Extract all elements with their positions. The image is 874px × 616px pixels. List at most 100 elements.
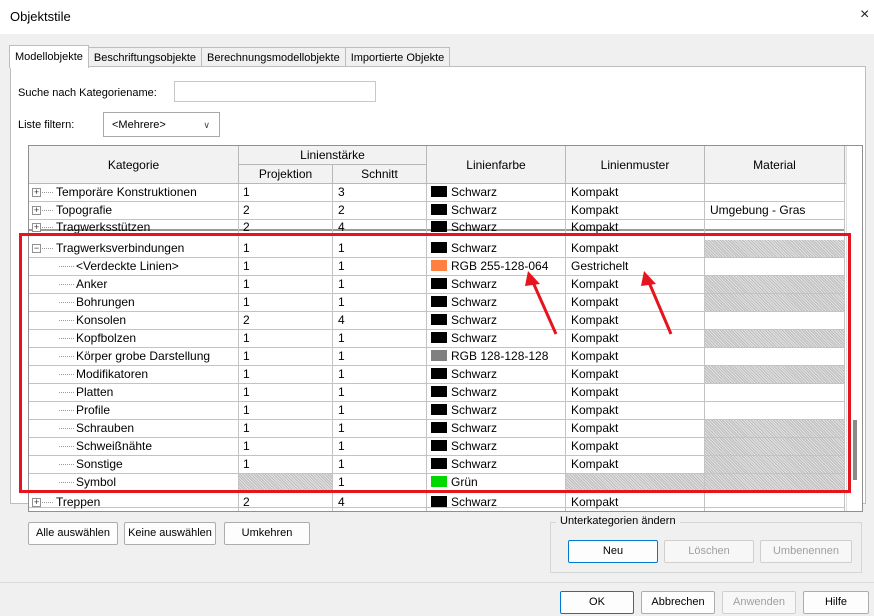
linienfarbe-cell[interactable]: Schwarz bbox=[427, 420, 565, 437]
schnitt-cell[interactable]: 2 bbox=[333, 202, 426, 219]
projektion-cell[interactable]: 1 bbox=[239, 456, 332, 473]
cancel-button[interactable]: Abbrechen bbox=[641, 591, 715, 614]
material-cell[interactable] bbox=[705, 312, 844, 329]
schnitt-cell[interactable]: 1 bbox=[333, 402, 426, 419]
schnitt-cell[interactable]: 1 bbox=[333, 330, 426, 347]
tab-berechnungsmodellobjekte[interactable]: Berechnungsmodellobjekte bbox=[201, 47, 346, 67]
select-none-button[interactable]: Keine auswählen bbox=[124, 522, 216, 545]
projektion-cell[interactable]: 1 bbox=[239, 294, 332, 311]
schnitt-cell[interactable]: 1 bbox=[333, 258, 426, 275]
category-cell[interactable]: Anker bbox=[29, 276, 238, 293]
projektion-cell[interactable]: 1 bbox=[239, 384, 332, 401]
category-cell[interactable]: Profile bbox=[29, 402, 238, 419]
linienmuster-cell[interactable]: Kompakt bbox=[566, 420, 704, 437]
linienmuster-cell[interactable]: Kompakt bbox=[566, 384, 704, 401]
table-row[interactable]: + Treppen 2 4 Schwarz Kompakt bbox=[29, 494, 845, 511]
category-cell[interactable]: − Tragwerksverbindungen bbox=[29, 240, 238, 257]
linienmuster-cell[interactable]: Kompakt bbox=[566, 202, 704, 219]
linienfarbe-cell[interactable]: RGB 128-128-128 bbox=[427, 348, 565, 365]
search-input[interactable] bbox=[174, 81, 376, 102]
category-cell[interactable]: Bohrungen bbox=[29, 294, 238, 311]
projektion-cell[interactable]: 1 bbox=[239, 258, 332, 275]
projektion-cell[interactable]: 1 bbox=[239, 184, 332, 201]
delete-subcategory-button[interactable]: Löschen bbox=[664, 540, 754, 563]
linienmuster-cell[interactable]: Kompakt bbox=[566, 366, 704, 383]
linienmuster-cell[interactable]: Kompakt bbox=[566, 348, 704, 365]
schnitt-cell[interactable]: 4 bbox=[333, 219, 426, 236]
projektion-cell[interactable]: 2 bbox=[239, 312, 332, 329]
table-row[interactable]: + Temporäre Konstruktionen 1 3 Schwarz Kompak… bbox=[29, 184, 845, 202]
category-cell[interactable]: <Verdeckte Linien> bbox=[29, 258, 238, 275]
material-cell[interactable] bbox=[705, 456, 844, 473]
table-row[interactable]: <Verdeckte Linien> 1 1 RGB 255-128-064 Gestr… bbox=[29, 258, 845, 276]
header-schnitt[interactable]: Schnitt bbox=[333, 165, 427, 184]
projektion-cell[interactable]: 1 bbox=[239, 402, 332, 419]
expand-icon[interactable]: + bbox=[32, 223, 41, 232]
material-cell[interactable] bbox=[705, 348, 844, 365]
expand-icon[interactable]: + bbox=[32, 498, 41, 507]
material-cell[interactable] bbox=[705, 474, 844, 491]
help-button[interactable]: Hilfe bbox=[803, 591, 869, 614]
linienmuster-cell[interactable]: Kompakt bbox=[566, 402, 704, 419]
table-row[interactable]: Kopfbolzen 1 1 Schwarz Kompakt bbox=[29, 330, 845, 348]
linienfarbe-cell[interactable]: Grün bbox=[427, 474, 565, 491]
table-row[interactable]: Anker 1 1 Schwarz Kompakt bbox=[29, 276, 845, 294]
schnitt-cell[interactable]: 1 bbox=[333, 474, 426, 491]
linienfarbe-cell[interactable]: Schwarz bbox=[427, 294, 565, 311]
category-cell[interactable]: Kopfbolzen bbox=[29, 330, 238, 347]
linienmuster-cell[interactable]: Kompakt bbox=[566, 219, 704, 236]
projektion-cell[interactable] bbox=[239, 474, 332, 491]
category-cell[interactable]: + Temporäre Konstruktionen bbox=[29, 184, 238, 201]
table-row[interactable]: Körper grobe Darstellung 1 1 RGB 128-128-12… bbox=[29, 348, 845, 366]
linienfarbe-cell[interactable]: Schwarz bbox=[427, 276, 565, 293]
material-cell[interactable] bbox=[705, 420, 844, 437]
schnitt-cell[interactable]: 1 bbox=[333, 384, 426, 401]
table-row[interactable]: Symbol 1 Grün bbox=[29, 474, 845, 492]
projektion-cell[interactable]: 1 bbox=[239, 276, 332, 293]
linienfarbe-cell[interactable]: Schwarz bbox=[427, 438, 565, 455]
linienmuster-cell[interactable]: Kompakt bbox=[566, 438, 704, 455]
linienfarbe-cell[interactable]: Schwarz bbox=[427, 456, 565, 473]
linienfarbe-cell[interactable]: Schwarz bbox=[427, 219, 565, 236]
schnitt-cell[interactable]: 1 bbox=[333, 438, 426, 455]
linienfarbe-cell[interactable]: Schwarz bbox=[427, 366, 565, 383]
schnitt-cell[interactable]: 1 bbox=[333, 366, 426, 383]
table-row[interactable]: Schrauben 1 1 Schwarz Kompakt bbox=[29, 420, 845, 438]
category-cell[interactable]: Modifikatoren bbox=[29, 366, 238, 383]
schnitt-cell[interactable]: 1 bbox=[333, 240, 426, 257]
schnitt-cell[interactable]: 3 bbox=[333, 184, 426, 201]
table-row[interactable]: Sonstige 1 1 Schwarz Kompakt bbox=[29, 456, 845, 474]
linienfarbe-cell[interactable]: RGB 255-128-064 bbox=[427, 258, 565, 275]
material-cell[interactable] bbox=[705, 330, 844, 347]
projektion-cell[interactable]: 2 bbox=[239, 202, 332, 219]
header-material[interactable]: Material bbox=[705, 146, 845, 184]
rename-subcategory-button[interactable]: Umbenennen bbox=[760, 540, 852, 563]
category-cell[interactable]: Körper grobe Darstellung bbox=[29, 348, 238, 365]
projektion-cell[interactable]: 1 bbox=[239, 438, 332, 455]
schnitt-cell[interactable]: 1 bbox=[333, 294, 426, 311]
schnitt-cell[interactable]: 4 bbox=[333, 312, 426, 329]
header-linienfarbe[interactable]: Linienfarbe bbox=[427, 146, 566, 184]
schnitt-cell[interactable]: 1 bbox=[333, 420, 426, 437]
projektion-cell[interactable]: 1 bbox=[239, 330, 332, 347]
linienmuster-cell[interactable]: Kompakt bbox=[566, 494, 704, 511]
material-cell[interactable] bbox=[705, 438, 844, 455]
category-cell[interactable]: + Treppen bbox=[29, 494, 238, 511]
linienfarbe-cell[interactable]: Schwarz bbox=[427, 494, 565, 511]
category-cell[interactable]: Platten bbox=[29, 384, 238, 401]
tab-modellobjekte[interactable]: Modellobjekte bbox=[9, 45, 89, 68]
material-cell[interactable] bbox=[705, 258, 844, 275]
schnitt-cell[interactable]: 1 bbox=[333, 456, 426, 473]
linienfarbe-cell[interactable]: Schwarz bbox=[427, 240, 565, 257]
linienfarbe-cell[interactable]: Schwarz bbox=[427, 330, 565, 347]
category-cell[interactable]: Schrauben bbox=[29, 420, 238, 437]
header-projektion[interactable]: Projektion bbox=[239, 165, 333, 184]
select-all-button[interactable]: Alle auswählen bbox=[28, 522, 118, 545]
linienmuster-cell[interactable] bbox=[566, 474, 704, 491]
category-cell[interactable]: Sonstige bbox=[29, 456, 238, 473]
linienmuster-cell[interactable]: Kompakt bbox=[566, 276, 704, 293]
table-row[interactable]: Modifikatoren 1 1 Schwarz Kompakt bbox=[29, 366, 845, 384]
apply-button[interactable]: Anwenden bbox=[722, 591, 796, 614]
schnitt-cell[interactable]: 1 bbox=[333, 348, 426, 365]
invert-button[interactable]: Umkehren bbox=[224, 522, 310, 545]
